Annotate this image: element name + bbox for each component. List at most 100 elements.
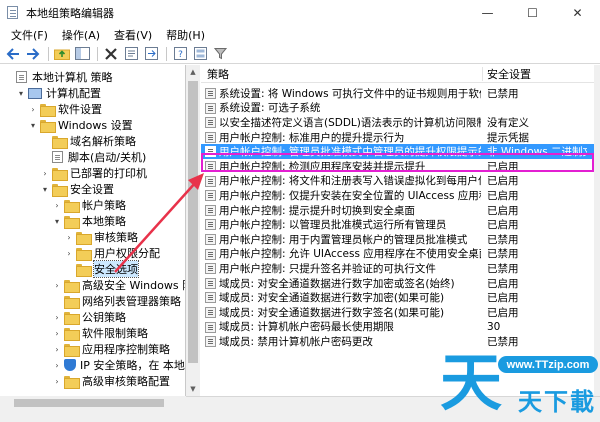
properties-icon[interactable] (122, 46, 140, 62)
collapse-chevron-icon[interactable]: ▾ (28, 121, 38, 130)
tree-item-label: 审核策略 (94, 231, 138, 244)
policy-row[interactable]: 用户帐户控制: 标准用户的提升提示行为 提示凭据 (201, 130, 600, 145)
policy-item-icon (205, 277, 216, 289)
policy-item-icon (205, 292, 216, 304)
collapse-chevron-icon[interactable]: ▾ (40, 185, 50, 194)
expand-chevron-icon[interactable]: › (52, 345, 62, 354)
close-button[interactable]: ✕ (555, 0, 600, 26)
scroll-down-arrow-icon[interactable]: ▼ (186, 382, 200, 396)
tree-item-label: IP 安全策略，在 本地计 (80, 359, 186, 372)
policy-row[interactable]: 以安全描述符定义语言(SDDL)语法表示的计算机访问限制 没有定义 (201, 115, 600, 130)
tree-item[interactable]: ▾ 安全设置 (40, 181, 114, 197)
menu-action[interactable]: 操作(A) (55, 27, 107, 43)
policy-item-icon (205, 336, 216, 348)
tree-item[interactable]: 脚本(启动/关机) (40, 149, 146, 165)
column-separator[interactable] (482, 67, 483, 81)
expand-chevron-icon[interactable]: › (52, 361, 62, 370)
expand-chevron-icon[interactable]: › (52, 313, 62, 322)
policy-row[interactable]: 用户帐户控制: 用于内置管理员帐户的管理员批准模式 已禁用 (201, 232, 600, 247)
forward-icon[interactable] (24, 46, 42, 62)
tree-item[interactable]: › 公钥策略 (52, 309, 126, 325)
policy-setting: 已启用 (487, 277, 519, 290)
tree-item[interactable]: › 软件设置 (28, 101, 102, 117)
policy-name: 用户帐户控制: 标准用户的提升提示行为 (219, 131, 405, 144)
maximize-button[interactable]: ☐ (510, 0, 555, 26)
menu-file[interactable]: 文件(F) (4, 27, 55, 43)
watermark-url: www.TTzip.com (498, 356, 598, 373)
back-icon[interactable] (4, 46, 22, 62)
tree-item[interactable]: 安全选项 (64, 260, 139, 278)
tree-item[interactable]: ▾ Windows 设置 (28, 117, 133, 133)
policy-item-icon (205, 190, 216, 202)
delete-icon[interactable] (102, 46, 120, 62)
tree-item[interactable]: › 应用程序控制策略 (52, 341, 170, 357)
menu-view[interactable]: 查看(V) (107, 27, 159, 43)
menu-help[interactable]: 帮助(H) (159, 27, 212, 43)
minimize-button[interactable]: — (465, 0, 510, 26)
tree-item[interactable]: ▾ 本地策略 (52, 213, 126, 229)
tree-item[interactable]: › IP 安全策略，在 本地计 (52, 357, 186, 373)
policy-row[interactable]: 用户帐户控制: 只提升签名并验证的可执行文件 已禁用 (201, 261, 600, 276)
tree-item[interactable]: 域名解析策略 (40, 133, 136, 149)
help-icon[interactable]: ? (171, 46, 189, 62)
tree-item[interactable]: › 已部署的打印机 (40, 165, 147, 181)
filter-icon[interactable] (211, 46, 229, 62)
folder-icon (64, 215, 80, 229)
policy-item-icon (205, 88, 216, 99)
expand-chevron-icon[interactable]: › (64, 249, 74, 258)
folder-icon (64, 343, 80, 357)
policy-row[interactable]: 系统设置: 可选子系统 (201, 101, 600, 116)
expand-chevron-icon[interactable]: › (28, 105, 38, 114)
policy-setting: 已禁用 (487, 233, 519, 246)
tree-item[interactable]: › 帐户策略 (52, 197, 126, 213)
tree-item[interactable]: › 用户权限分配 (64, 245, 160, 261)
tree-item-label: 高级审核策略配置 (82, 375, 170, 388)
scroll-up-arrow-icon[interactable]: ▲ (186, 65, 200, 79)
policy-row[interactable]: 域成员: 对安全通道数据进行数字签名(如果可能) 已启用 (201, 305, 600, 320)
tree-vertical-scrollbar[interactable]: ▲ ▼ (186, 65, 200, 396)
expand-chevron-icon[interactable]: › (52, 329, 62, 338)
tree-item-label: 网络列表管理器策略 (82, 295, 181, 308)
tree-item[interactable]: › 高级安全 Windows 防火 (52, 277, 185, 293)
window-controls: — ☐ ✕ (465, 0, 600, 26)
policy-item-icon (205, 307, 216, 318)
show-tree-icon[interactable] (73, 46, 91, 62)
scroll-thumb[interactable] (14, 399, 164, 407)
policy-row[interactable]: 用户帐户控制: 仅提升安装在安全位置的 UIAccess 应用程序 已启用 (201, 188, 600, 203)
policy-item-icon (205, 204, 216, 216)
policy-setting: 已禁用 (487, 262, 519, 275)
tree-item[interactable]: › 软件限制策略 (52, 325, 148, 341)
tree-item[interactable]: 本地计算机 策略 (4, 69, 113, 85)
policy-row[interactable]: 域成员: 对安全通道数据进行数字加密或签名(始终) 已启用 (201, 276, 600, 291)
tree-item[interactable]: › 高级审核策略配置 (52, 373, 170, 389)
policy-row[interactable]: 用户帐户控制: 以管理员批准模式运行所有管理员 已启用 (201, 217, 600, 232)
policy-row[interactable]: 用户帐户控制: 将文件和注册表写入错误虚拟化到每用户位置 已启用 (201, 174, 600, 189)
policy-row[interactable]: 用户帐户控制: 提示提升时切换到安全桌面 已启用 (201, 203, 600, 218)
expand-chevron-icon[interactable]: › (64, 233, 74, 242)
collapse-chevron-icon[interactable]: ▾ (16, 89, 26, 98)
scroll-thumb[interactable] (188, 81, 198, 363)
column-header-setting[interactable]: 安全设置 (487, 66, 531, 82)
expand-chevron-icon[interactable]: › (52, 281, 62, 290)
tree-item[interactable]: › 审核策略 (64, 229, 138, 245)
policy-row[interactable]: 系统设置: 将 Windows 可执行文件中的证书规则用于软件... 已禁用 (201, 86, 600, 101)
policy-row[interactable]: 域成员: 对安全通道数据进行数字加密(如果可能) 已启用 (201, 290, 600, 305)
up-folder-icon[interactable] (53, 46, 71, 62)
tree-horizontal-scrollbar[interactable] (0, 396, 186, 410)
export-icon[interactable] (142, 46, 160, 62)
policy-row[interactable]: 用户帐户控制: 允许 UIAccess 应用程序在不使用安全桌面... 已禁用 (201, 247, 600, 262)
folder-icon (40, 119, 56, 133)
expand-chevron-icon[interactable]: › (52, 377, 62, 386)
policy-item-icon (205, 102, 216, 114)
expand-chevron-icon[interactable]: › (40, 169, 50, 178)
column-header-policy[interactable]: 策略 (207, 66, 229, 82)
expand-chevron-icon[interactable]: › (52, 201, 62, 210)
tree-item-label: 公钥策略 (82, 311, 126, 324)
view-icon[interactable] (191, 46, 209, 62)
tree-item[interactable]: ▾ 计算机配置 (16, 85, 101, 101)
tree-item[interactable]: 网络列表管理器策略 (52, 293, 181, 309)
folder-icon (64, 279, 80, 293)
group-policy-app-icon (6, 6, 20, 20)
collapse-chevron-icon[interactable]: ▾ (52, 217, 62, 226)
toolbar: ? (0, 44, 600, 64)
